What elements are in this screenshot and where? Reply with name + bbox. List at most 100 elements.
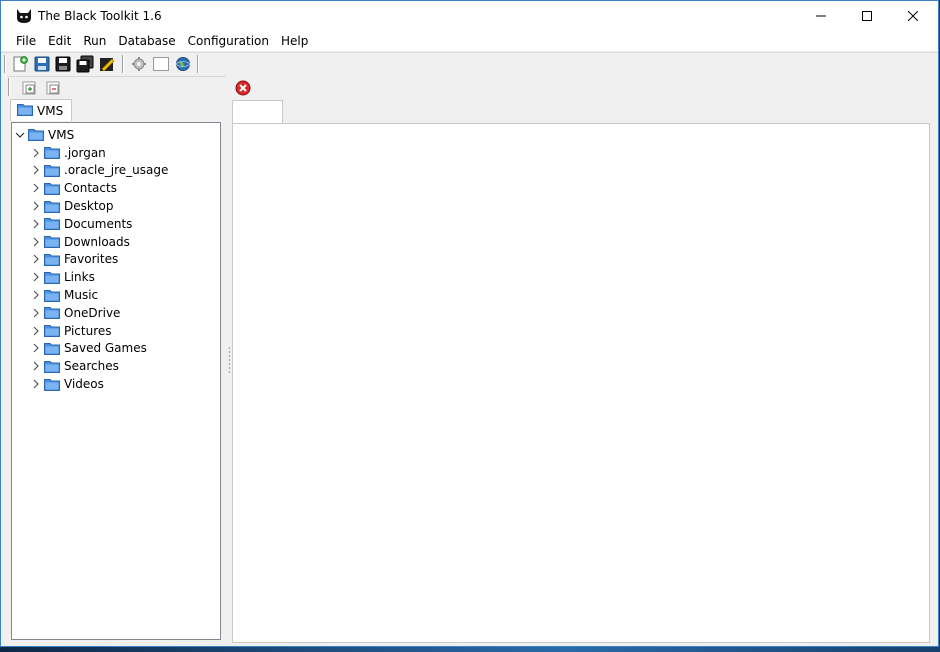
new-file-icon[interactable] xyxy=(11,55,29,73)
tree-item[interactable]: Videos xyxy=(12,375,220,393)
folder-icon xyxy=(44,306,60,320)
gear-icon[interactable] xyxy=(130,55,148,73)
right-panel xyxy=(231,77,931,644)
folder-icon xyxy=(44,253,60,266)
menu-file[interactable]: File xyxy=(10,31,42,51)
toolbar-separator xyxy=(122,55,124,73)
tree-toolbar xyxy=(7,76,226,98)
folder-icon xyxy=(44,182,60,195)
minimize-icon xyxy=(816,11,826,21)
tree-item[interactable]: Links xyxy=(12,268,220,286)
title-bar: The Black Toolkit 1.6 xyxy=(1,1,938,31)
menu-database[interactable]: Database xyxy=(112,31,181,51)
black-cat-icon[interactable] xyxy=(15,7,33,25)
tree-item-label: OneDrive xyxy=(64,305,121,320)
menu-help[interactable]: Help xyxy=(275,31,314,51)
tree-item-label: Pictures xyxy=(64,323,112,338)
tree-root[interactable]: VMS xyxy=(12,126,220,144)
desktop-background xyxy=(0,647,940,652)
folder-icon xyxy=(44,324,60,338)
editor-area[interactable] xyxy=(232,123,930,643)
expand-all-icon[interactable] xyxy=(21,80,37,96)
tree-item[interactable]: Documents xyxy=(12,215,220,233)
chevron-right-icon[interactable] xyxy=(30,378,42,390)
tree-item-label: Contacts xyxy=(64,181,117,196)
folder-tree: VMS .jorgan .oracle_jre_usage Contacts Desk… xyxy=(11,122,221,640)
tree-item[interactable]: Searches xyxy=(12,357,220,375)
tree-item-label: Links xyxy=(64,270,95,285)
save-as-icon[interactable] xyxy=(54,55,72,73)
tree-toolbar-grip[interactable] xyxy=(8,78,10,96)
tree-root-label: VMS xyxy=(48,127,75,142)
chevron-right-icon[interactable] xyxy=(30,360,42,372)
folder-icon xyxy=(44,342,60,355)
chevron-right-icon[interactable] xyxy=(30,253,42,265)
menu-configuration[interactable]: Configuration xyxy=(182,31,275,51)
chevron-right-icon[interactable] xyxy=(30,271,42,283)
folder-icon xyxy=(44,271,60,284)
left-panel: VMS VMS .jorgan .oracle_jre_usage Contacts… xyxy=(7,74,226,644)
tree-item-label: Music xyxy=(64,288,99,303)
menu-bar: File Edit Run Database Configuration Hel… xyxy=(1,31,938,51)
close-button[interactable] xyxy=(890,1,936,31)
folder-icon xyxy=(44,378,60,391)
app-window: The Black Toolkit 1.6 File Edit Run Data… xyxy=(0,0,939,647)
chevron-right-icon[interactable] xyxy=(30,342,42,354)
folder-icon xyxy=(44,200,60,213)
edit-document-icon[interactable] xyxy=(98,55,116,73)
folder-icon xyxy=(28,128,44,142)
main-toolbar xyxy=(1,52,938,74)
tree-item-label: Documents xyxy=(64,216,133,231)
tree-item[interactable]: Favorites xyxy=(12,251,220,269)
tab-vms-label: VMS xyxy=(37,103,64,118)
tree-item[interactable]: Contacts xyxy=(12,179,220,197)
tree-item-label: Desktop xyxy=(64,199,114,214)
tree-item[interactable]: Saved Games xyxy=(12,340,220,358)
folder-icon xyxy=(17,103,33,119)
collapse-all-icon[interactable] xyxy=(45,80,61,96)
tree-item[interactable]: Music xyxy=(12,286,220,304)
chevron-right-icon[interactable] xyxy=(30,307,42,319)
chevron-right-icon[interactable] xyxy=(30,147,42,159)
tree-item-label: Videos xyxy=(64,377,104,392)
tree-item[interactable]: Desktop xyxy=(12,197,220,215)
tree-item-label: Favorites xyxy=(64,252,119,267)
save-all-icon[interactable] xyxy=(76,55,94,73)
maximize-icon xyxy=(862,11,872,21)
tree-item-label: Saved Games xyxy=(64,341,147,356)
chevron-down-icon[interactable] xyxy=(14,129,26,141)
blank-window-icon[interactable] xyxy=(152,55,170,73)
folder-icon xyxy=(44,289,60,302)
chevron-right-icon[interactable] xyxy=(30,325,42,337)
minimize-button[interactable] xyxy=(798,1,844,31)
tree-item[interactable]: .oracle_jre_usage xyxy=(12,162,220,180)
chevron-right-icon[interactable] xyxy=(30,236,42,248)
chevron-right-icon[interactable] xyxy=(30,218,42,230)
menu-edit[interactable]: Edit xyxy=(42,31,77,51)
tree-item[interactable]: Downloads xyxy=(12,233,220,251)
tree-children: .jorgan .oracle_jre_usage Contacts Desktop D… xyxy=(12,144,220,393)
folder-icon xyxy=(44,360,60,373)
chevron-right-icon[interactable] xyxy=(30,200,42,212)
chevron-right-icon[interactable] xyxy=(30,289,42,301)
folder-icon xyxy=(44,146,60,160)
globe-icon[interactable] xyxy=(174,55,192,73)
editor-tab[interactable] xyxy=(232,100,283,124)
menu-run[interactable]: Run xyxy=(77,31,112,51)
save-icon[interactable] xyxy=(33,55,51,73)
toolbar-grip[interactable] xyxy=(4,55,6,73)
tree-item[interactable]: OneDrive xyxy=(12,304,220,322)
chevron-right-icon[interactable] xyxy=(30,182,42,194)
window-title: The Black Toolkit 1.6 xyxy=(38,9,162,23)
red-close-icon[interactable] xyxy=(235,80,251,96)
tree-item[interactable]: .jorgan xyxy=(12,144,220,162)
toolbar-separator xyxy=(197,55,199,73)
tree-item[interactable]: Pictures xyxy=(12,322,220,340)
chevron-right-icon[interactable] xyxy=(30,164,42,176)
tab-vms[interactable]: VMS xyxy=(10,99,72,121)
tree-item-label: .jorgan xyxy=(64,145,106,160)
tree-item-label: Downloads xyxy=(64,234,130,249)
folder-icon xyxy=(44,217,60,231)
tree-item-label: Searches xyxy=(64,359,119,374)
maximize-button[interactable] xyxy=(844,1,890,31)
